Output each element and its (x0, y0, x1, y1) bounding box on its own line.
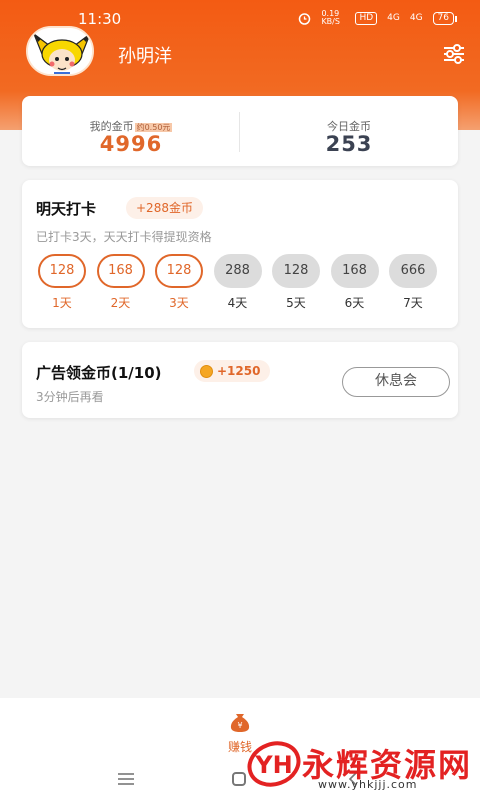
checkin-day-label: 7天 (403, 296, 423, 310)
checkin-card: 明天打卡 +288金币 已打卡3天，天天打卡得提现资格 128 1天 168 2天 12… (22, 180, 458, 328)
checkin-day[interactable]: 288 4天 (213, 254, 262, 311)
user-name: 孙明洋 (118, 46, 172, 67)
battery-indicator: 76 (432, 11, 458, 25)
checkin-day-label: 2天 (110, 296, 131, 310)
today-coins-value: 253 (325, 132, 373, 156)
home-icon[interactable] (232, 772, 246, 786)
ad-reward-value: +1250 (217, 364, 261, 378)
avatar-image (28, 28, 92, 74)
checkin-subtitle: 已打卡3天，天天打卡得提现资格 (36, 230, 212, 244)
menu-icon[interactable] (118, 772, 134, 786)
rest-button[interactable]: 休息会 (342, 367, 450, 397)
status-icons: 0.19 KB/S HD 4G 4G 76 (298, 9, 458, 26)
checkin-day-coins: 168 (330, 254, 379, 288)
hd-indicator: HD (355, 11, 378, 25)
ad-card: 广告领金币(1/10) +1250 3分钟后再看 休息会 (22, 342, 458, 418)
checkin-day-coins: 128 (38, 254, 86, 288)
checkin-day-coins: 128 (155, 254, 203, 288)
my-coins-approx: 约0.50元 (134, 123, 173, 132)
today-coins[interactable]: 今日金币 253 (240, 96, 458, 166)
watermark: YH 永辉资源网 www.yhkjjj.com (246, 736, 472, 792)
checkin-day[interactable]: 666 7天 (389, 254, 437, 311)
watermark-logo-text: YH (254, 751, 292, 779)
settings-button[interactable] (442, 43, 466, 65)
svg-text:¥: ¥ (237, 721, 242, 730)
watermark-logo: YH (247, 741, 301, 787)
checkin-day-coins: 128 (272, 254, 320, 288)
signal-1: 4G (387, 13, 400, 23)
checkin-day-label: 6天 (344, 296, 365, 310)
avatar[interactable] (26, 26, 94, 76)
checkin-day-label: 5天 (286, 296, 306, 310)
checkin-bonus-badge: +288金币 (126, 197, 203, 219)
status-time: 11:30 (78, 10, 122, 28)
my-coins[interactable]: 我的金币 约0.50元 4996 (22, 96, 240, 166)
ad-reward-badge: +1250 (194, 360, 271, 382)
my-coins-value: 4996 (99, 132, 163, 156)
checkin-day-coins: 168 (96, 254, 145, 288)
money-bag-icon: ¥ (230, 714, 250, 732)
checkin-day[interactable]: 128 5天 (272, 254, 320, 311)
checkin-day[interactable]: 168 2天 (96, 254, 145, 311)
signal-2: 4G (409, 13, 423, 23)
checkin-day-label: 4天 (227, 296, 248, 310)
watermark-url: www.yhkjjj.com (318, 778, 418, 791)
checkin-title: 明天打卡 (36, 200, 97, 218)
checkin-day[interactable]: 128 3天 (155, 254, 203, 311)
ad-title: 广告领金币(1/10) (36, 364, 162, 382)
checkin-day-coins: 666 (389, 254, 437, 288)
checkin-day[interactable]: 168 6天 (330, 254, 379, 311)
ad-subtitle: 3分钟后再看 (36, 390, 104, 404)
coins-card: 我的金币 约0.50元 4996 今日金币 253 (22, 96, 458, 166)
checkin-day-label: 3天 (169, 296, 189, 310)
coin-icon (200, 364, 213, 378)
checkin-day-label: 1天 (52, 296, 72, 310)
sliders-icon (444, 44, 464, 64)
checkin-day[interactable]: 128 1天 (38, 254, 86, 311)
net-speed: 0.19 KB/S (321, 9, 340, 26)
checkin-day-coins: 288 (213, 254, 262, 288)
alarm-icon (299, 12, 311, 25)
